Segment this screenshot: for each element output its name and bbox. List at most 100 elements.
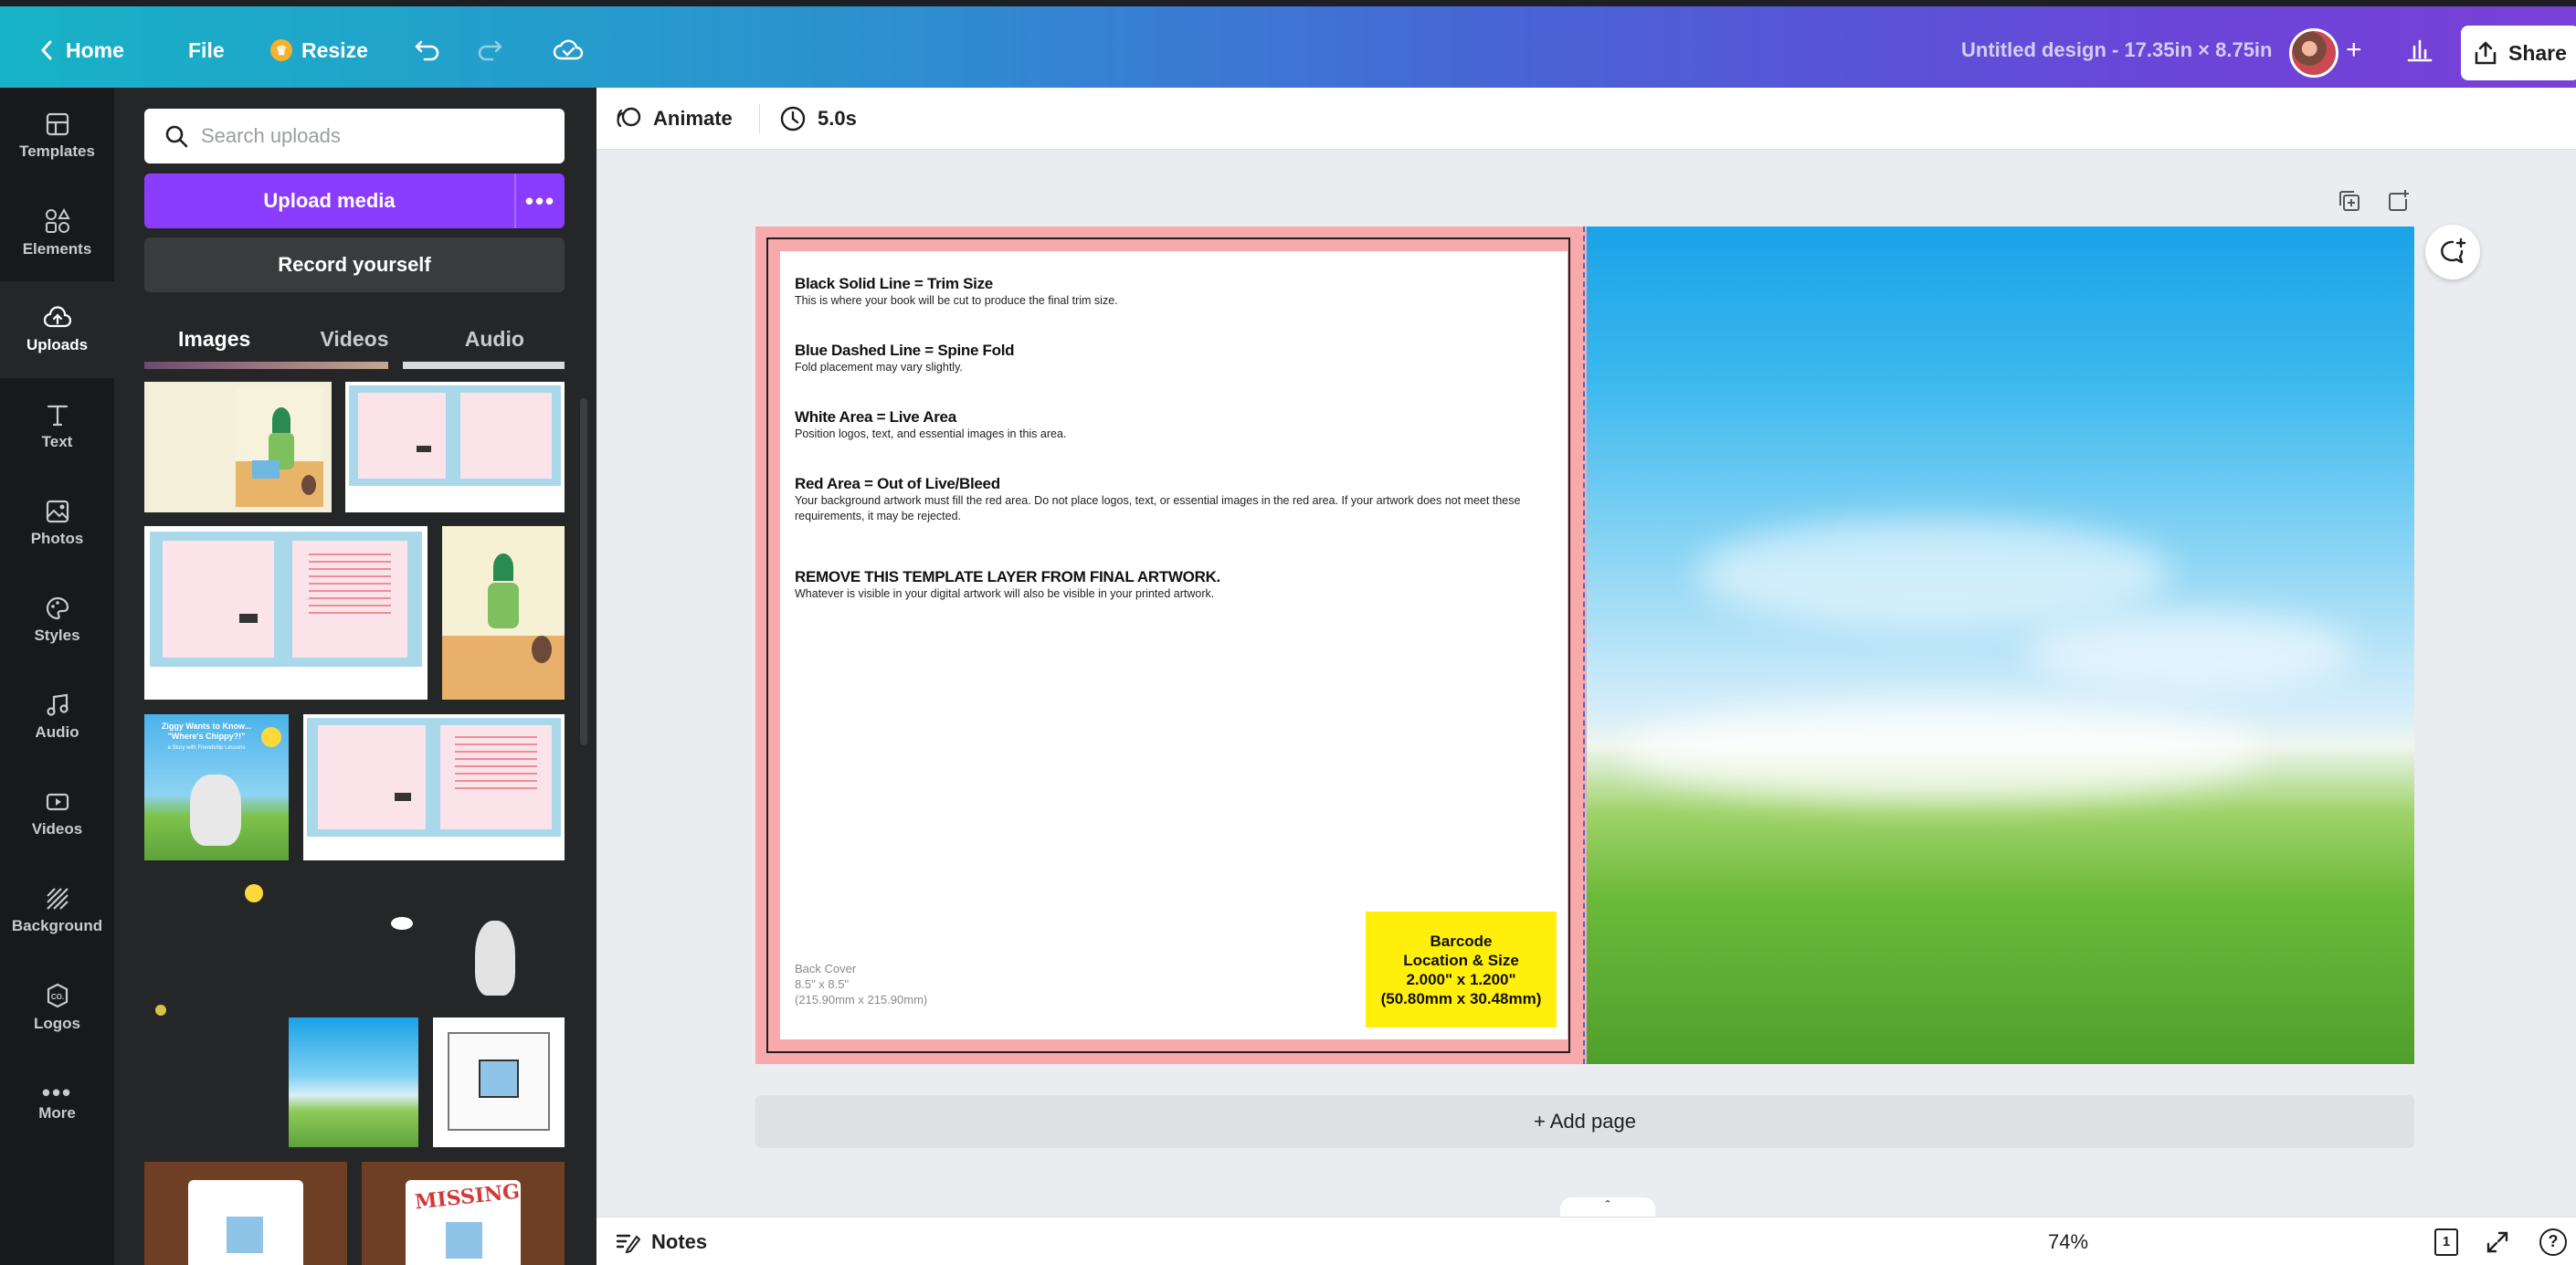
rail-item-styles[interactable]: Styles — [0, 572, 114, 669]
upload-media-button[interactable]: Upload media — [144, 174, 514, 228]
duplicate-page-icon[interactable] — [2337, 188, 2362, 214]
rail-item-background[interactable]: Background — [0, 862, 114, 959]
tab-images[interactable]: Images — [144, 316, 285, 365]
rail-item-logos[interactable]: CO. Logos — [0, 959, 114, 1056]
rail-item-more[interactable]: ••• More — [0, 1056, 114, 1153]
invite-plus-button[interactable]: + — [2346, 13, 2362, 88]
page-count: 1 — [2442, 1234, 2451, 1249]
tab-videos[interactable]: Videos — [284, 316, 424, 362]
upload-thumbnail[interactable]: Ziggy Wants to Know... "Where's Chippy?!… — [144, 714, 289, 860]
design-title[interactable]: Untitled design - 17.35in × 8.75in — [1961, 13, 2272, 88]
insights-button[interactable] — [2406, 13, 2433, 88]
upload-thumbnail[interactable] — [144, 1162, 347, 1265]
upload-thumbnail[interactable] — [442, 526, 565, 700]
template-text: Fold placement may vary slightly. — [795, 361, 963, 374]
upload-thumbnail[interactable] — [433, 1017, 565, 1147]
barcode-text: 2.000" x 1.200" — [1406, 970, 1516, 988]
upload-thumbnail[interactable] — [303, 714, 565, 860]
panel-scrollbar[interactable] — [580, 398, 587, 745]
share-upload-icon — [2475, 41, 2497, 65]
resize-label: Resize — [301, 37, 368, 62]
template-heading: Red Area = Out of Live/Bleed — [795, 475, 1000, 492]
spine-fold-line — [1583, 227, 1585, 1064]
notes-button[interactable]: Notes — [615, 1218, 707, 1265]
rail-item-text[interactable]: Text — [0, 378, 114, 475]
upload-thumbnail[interactable] — [403, 362, 565, 369]
rail-item-elements[interactable]: Elements — [0, 184, 114, 281]
page-count-button[interactable]: 1 — [2434, 1218, 2458, 1265]
avatar[interactable] — [2289, 28, 2338, 78]
home-button[interactable]: Home — [40, 13, 124, 88]
svg-text:CO.: CO. — [50, 993, 63, 1001]
template-heading: White Area = Live Area — [795, 408, 956, 426]
photos-icon — [46, 500, 69, 523]
upload-thumbnail[interactable] — [144, 382, 332, 512]
zoom-percent[interactable]: 74% — [2048, 1218, 2088, 1265]
duration-label: 5.0s — [818, 107, 857, 130]
left-rail: Templates Elements Uploads Text Photos S… — [0, 88, 114, 1265]
add-page-icon[interactable] — [2386, 188, 2412, 214]
more-horizontal-icon: ••• — [524, 186, 556, 215]
template-heading: Black Solid Line = Trim Size — [795, 275, 993, 292]
upload-thumbnail[interactable] — [144, 526, 428, 700]
barcode-placeholder: Barcode Location & Size 2.000" x 1.200" … — [1366, 912, 1557, 1028]
ziggy-thumbnail-title: Ziggy Wants to Know... "Where's Chippy?!… — [161, 722, 252, 741]
redo-icon — [478, 40, 502, 61]
rail-label: More — [38, 1104, 76, 1122]
upload-thumbnail[interactable]: MISSING — [362, 1162, 565, 1265]
upload-thumbnail[interactable] — [475, 921, 515, 996]
bottom-bar: Notes 74% 1 ? — [596, 1217, 2576, 1265]
animate-button[interactable]: Animate — [615, 88, 733, 150]
resize-button[interactable]: ♛ Resize — [270, 13, 368, 88]
text-icon — [47, 405, 68, 427]
rail-label: Styles — [34, 627, 80, 644]
upload-thumbnail[interactable] — [345, 382, 565, 512]
rail-item-templates[interactable]: Templates — [0, 88, 114, 184]
template-text: Whatever is visible in your digital artw… — [795, 587, 1215, 600]
upload-thumbnail[interactable] — [289, 1017, 418, 1147]
show-pages-button[interactable]: ˆ — [1560, 1197, 1655, 1218]
design-page[interactable]: Black Solid Line = Trim Size This is whe… — [755, 227, 2414, 1064]
background-icon — [46, 888, 69, 910]
redo-button[interactable] — [476, 13, 503, 88]
rail-item-photos[interactable]: Photos — [0, 475, 114, 572]
fullscreen-button[interactable] — [2486, 1218, 2509, 1265]
home-label: Home — [66, 37, 124, 62]
undo-button[interactable] — [414, 13, 441, 88]
animate-icon — [617, 107, 641, 128]
rail-label: Background — [11, 917, 103, 934]
tab-audio[interactable]: Audio — [425, 316, 565, 362]
uploads-panel: Upload media ••• Record yourself Images … — [114, 88, 596, 1265]
file-menu[interactable]: File — [188, 13, 225, 88]
share-button[interactable]: Share — [2461, 26, 2576, 80]
add-page-button[interactable]: + Add page — [755, 1095, 2414, 1148]
rail-label: Photos — [30, 530, 84, 547]
back-cover-size-in: 8.5" x 8.5" — [795, 977, 850, 991]
crown-icon: ♛ — [270, 39, 292, 61]
duration-button[interactable]: 5.0s — [779, 88, 857, 150]
upload-thumbnail[interactable] — [144, 362, 388, 369]
canva-editor: Home File ♛ Resize Untitled design - 17.… — [0, 0, 2576, 1265]
sky-background-image[interactable] — [1587, 227, 2414, 1064]
top-bar: Home File ♛ Resize Untitled design - 17.… — [0, 0, 2576, 88]
rail-item-audio[interactable]: Audio — [0, 669, 114, 765]
upload-thumbnail[interactable] — [245, 884, 263, 902]
help-button[interactable]: ? — [2539, 1218, 2567, 1265]
upload-thumbnail[interactable] — [391, 917, 413, 930]
upload-more-options-button[interactable]: ••• — [514, 174, 565, 228]
add-comment-button[interactable] — [2425, 225, 2480, 279]
file-label: File — [188, 37, 225, 62]
upload-media-button-group: Upload media ••• — [144, 174, 565, 228]
uploads-grid: Ziggy Wants to Know... "Where's Chippy?!… — [144, 362, 565, 1265]
rail-label: Audio — [35, 723, 79, 741]
rail-item-videos[interactable]: Videos — [0, 765, 114, 862]
search-box[interactable] — [144, 109, 565, 163]
upload-thumbnail[interactable] — [155, 1005, 166, 1016]
rail-item-uploads[interactable]: Uploads — [0, 281, 114, 378]
rail-label: Logos — [34, 1015, 80, 1032]
search-input[interactable] — [201, 124, 530, 148]
save-status-button[interactable] — [553, 13, 584, 88]
clock-icon — [780, 106, 806, 132]
record-yourself-button[interactable]: Record yourself — [144, 237, 565, 292]
elements-icon — [45, 207, 70, 233]
